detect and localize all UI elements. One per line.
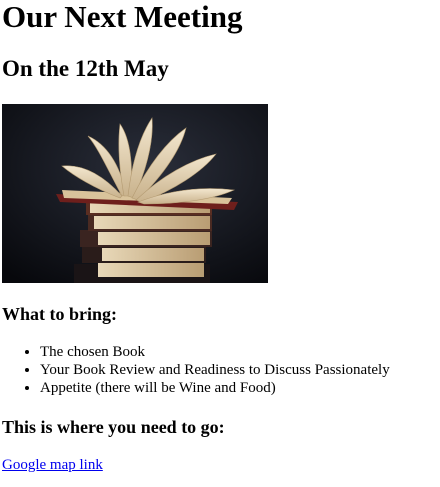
books-image xyxy=(2,104,268,283)
location-heading: This is where you need to go: xyxy=(2,417,225,437)
list-item: Your Book Review and Readiness to Discus… xyxy=(40,361,390,379)
meeting-date-heading: On the 12th May xyxy=(2,56,169,81)
list-item: Appetite (there will be Wine and Food) xyxy=(40,379,390,397)
stack-of-books-icon xyxy=(2,104,268,283)
page-title: Our Next Meeting xyxy=(2,0,243,34)
list-item: The chosen Book xyxy=(40,343,390,361)
what-to-bring-heading: What to bring: xyxy=(2,304,118,324)
google-map-link[interactable]: Google map link xyxy=(2,456,103,474)
bring-list: The chosen Book Your Book Review and Rea… xyxy=(2,343,390,397)
page: Our Next Meeting On the 12th May What to… xyxy=(0,0,440,487)
